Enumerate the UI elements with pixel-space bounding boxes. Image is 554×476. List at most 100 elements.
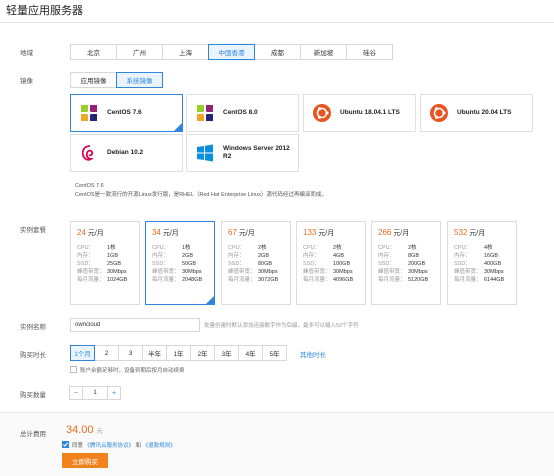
decrement-button[interactable]: − xyxy=(69,386,83,400)
os-name: Debian 10.2 xyxy=(107,149,144,156)
region-option[interactable]: 广州 xyxy=(116,44,163,60)
centos-icon xyxy=(81,105,97,121)
plan-spec-value: 2核 xyxy=(408,245,417,251)
refund-rules-link[interactable]: 《退款规则》 xyxy=(143,443,176,449)
plan-card[interactable]: 67 元/月 CPU： 2核 内存： 2GB SSD： 80GB 峰值带宽： 30Mbps 每月流… xyxy=(221,221,291,305)
tab-app-image[interactable]: 应用镜像 xyxy=(70,72,117,88)
plan-spec-row: 内存： 2GB xyxy=(152,252,208,260)
duration-option[interactable]: 2年 xyxy=(190,345,215,361)
increment-button[interactable]: + xyxy=(107,386,121,400)
plan-price: 67 元/月 xyxy=(228,228,284,238)
agree-and: 和 xyxy=(135,443,142,449)
plan-spec-key: 内存： xyxy=(454,253,471,259)
region-option[interactable]: 中国香港 xyxy=(208,44,255,60)
os-card-centos-7-6[interactable]: CentOS 7.6 xyxy=(70,94,183,132)
plan-price: 24 元/月 xyxy=(77,228,133,238)
plan-card[interactable]: 532 元/月 CPU： 4核 内存： 16GB SSD： 400GB 峰值带宽： 30Mbps… xyxy=(447,221,517,305)
duration-option[interactable]: 4年 xyxy=(238,345,263,361)
plan-card[interactable]: 24 元/月 CPU： 1核 内存： 1GB SSD： 25GB 峰值带宽： 30Mbps 每月流… xyxy=(70,221,140,305)
plan-spec-key: CPU： xyxy=(454,245,472,251)
plans-label: 实例套餐 xyxy=(20,227,46,234)
plan-price-unit: 元/月 xyxy=(393,230,410,237)
image-tabs: 应用镜像 系统镜像 xyxy=(70,72,163,88)
plan-spec-key: 内存： xyxy=(228,253,245,259)
os-card-ubuntu-20-04[interactable]: Ubuntu 20.04 LTS xyxy=(420,94,533,132)
plan-spec-key: 峰值带宽： xyxy=(77,269,105,275)
duration-option[interactable]: 3 xyxy=(118,345,143,361)
instance-name-input[interactable] xyxy=(70,318,200,332)
tab-system-image[interactable]: 系统镜像 xyxy=(116,72,163,88)
plan-spec-key: SSD： xyxy=(228,261,245,267)
plan-spec-row: 内存： 8GB xyxy=(378,252,434,260)
plan-card[interactable]: 133 元/月 CPU： 2核 内存： 4GB SSD： 100GB 峰值带宽： 30Mbps 每… xyxy=(296,221,366,305)
auto-renew-checkbox[interactable] xyxy=(70,366,77,373)
plan-spec-row: 峰值带宽： 30Mbps xyxy=(228,268,284,276)
region-option[interactable]: 新加坡 xyxy=(300,44,347,60)
plan-spec-row: 每月流量： 5120GB xyxy=(378,276,434,284)
plan-spec-row: CPU： 1核 xyxy=(77,244,133,252)
agree-checkbox[interactable] xyxy=(62,441,69,448)
duration-option[interactable]: 3年 xyxy=(214,345,239,361)
other-duration-link[interactable]: 其他时长 xyxy=(300,349,326,359)
os-card-centos-8-0[interactable]: CentOS 8.0 xyxy=(186,94,299,132)
plan-spec-value: 1024GB xyxy=(107,277,128,283)
plan-spec-row: 内存： 16GB xyxy=(454,252,510,260)
plan-spec-row: SSD： 200GB xyxy=(378,260,434,268)
plan-spec-row: 峰值带宽： 30Mbps xyxy=(152,268,208,276)
image-label: 镜像 xyxy=(20,78,33,85)
duration-option[interactable]: 5年 xyxy=(262,345,287,361)
windows-icon xyxy=(197,144,213,162)
quantity-value[interactable]: 1 xyxy=(82,386,108,400)
plan-spec-value: 2GB xyxy=(182,253,194,259)
plan-spec-key: 每月流量： xyxy=(454,277,482,283)
os-card-ubuntu-18-04[interactable]: Ubuntu 18.04.1 LTS xyxy=(303,94,416,132)
os-card-windows-2012[interactable]: Windows Server 2012 R2 xyxy=(186,134,299,172)
duration-option[interactable]: 1年 xyxy=(166,345,191,361)
plan-spec-value: 30Mbps xyxy=(333,269,353,275)
plan-spec-row: 内存： 2GB xyxy=(228,252,284,260)
duration-option[interactable]: 2 xyxy=(94,345,119,361)
centos-icon xyxy=(197,105,213,121)
selected-corner-mark xyxy=(174,123,182,131)
plan-spec-value: 30Mbps xyxy=(408,269,428,275)
os-name: Windows Server 2012 R2 xyxy=(223,145,290,160)
selected-corner-mark xyxy=(206,296,214,304)
buy-now-button[interactable]: 立即购买 xyxy=(62,453,108,468)
plan-spec-value: 100GB xyxy=(333,261,351,267)
plan-card[interactable]: 266 元/月 CPU： 2核 内存： 8GB SSD： 200GB 峰值带宽： 30Mbps 每… xyxy=(371,221,441,305)
plan-spec-value: 200GB xyxy=(408,261,426,267)
service-agreement-link[interactable]: 《腾讯云服务协议》 xyxy=(85,443,135,449)
plan-spec-value: 30Mbps xyxy=(258,269,278,275)
plan-spec-key: CPU： xyxy=(303,245,321,251)
plan-spec-value: 4GB xyxy=(333,253,345,259)
plan-spec-key: SSD： xyxy=(454,261,471,267)
plan-spec-key: SSD： xyxy=(378,261,395,267)
plan-price-unit: 元/月 xyxy=(238,230,255,237)
total-price: 34.00 元 xyxy=(66,424,103,436)
os-name: CentOS 7.6 xyxy=(107,109,142,116)
page-title: 轻量应用服务器 xyxy=(6,5,83,17)
plan-spec-key: 峰值带宽： xyxy=(152,269,180,275)
plan-card[interactable]: 34 元/月 CPU： 1核 内存： 2GB SSD： 50GB 峰值带宽： 30Mbps 每月流… xyxy=(145,221,215,305)
plan-spec-row: CPU： 4核 xyxy=(454,244,510,252)
plan-spec-key: SSD： xyxy=(303,261,320,267)
duration-option[interactable]: 1个月 xyxy=(70,345,95,361)
plan-spec-row: 内存： 1GB xyxy=(77,252,133,260)
plan-spec-value: 2核 xyxy=(258,245,267,251)
region-option[interactable]: 上海 xyxy=(162,44,209,60)
region-option[interactable]: 硅谷 xyxy=(346,44,393,60)
debian-icon xyxy=(81,145,94,161)
duration-option[interactable]: 半年 xyxy=(142,345,167,361)
agree-prefix: 同意 xyxy=(72,443,84,449)
region-option[interactable]: 成都 xyxy=(254,44,301,60)
plan-spec-value: 3072GB xyxy=(258,277,279,283)
title-divider xyxy=(0,22,554,23)
region-option[interactable]: 北京 xyxy=(70,44,117,60)
plan-price: 266 元/月 xyxy=(378,228,434,238)
plan-spec-key: 每月流量： xyxy=(228,277,256,283)
plan-spec-value: 5120GB xyxy=(408,277,429,283)
plan-price-unit: 元/月 xyxy=(318,230,335,237)
plan-spec-value: 30Mbps xyxy=(484,269,504,275)
os-card-debian-10-2[interactable]: Debian 10.2 xyxy=(70,134,183,172)
plan-price-value: 266 xyxy=(378,228,392,237)
